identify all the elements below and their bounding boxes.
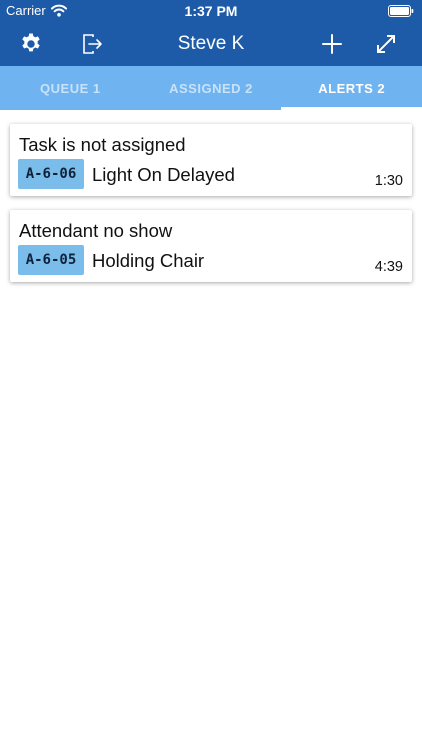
alert-title: Attendant no show — [19, 220, 173, 241]
expand-icon — [377, 35, 395, 53]
alert-time: 4:39 — [374, 259, 403, 275]
alert-title: Task is not assigned — [19, 134, 186, 155]
alert-description: Holding Chair — [92, 250, 205, 271]
alert-card[interactable]: Attendant no show A-6-05 Holding Chair 4… — [10, 210, 412, 282]
battery-icon — [388, 5, 414, 17]
expand-button[interactable] — [372, 30, 400, 58]
alert-card[interactable]: Task is not assigned A-6-06 Light On Del… — [10, 124, 412, 196]
add-button[interactable] — [318, 30, 346, 58]
location-tag: A-6-05 — [18, 245, 84, 275]
logout-button[interactable] — [78, 30, 106, 58]
alert-description: Light On Delayed — [92, 164, 235, 185]
alert-time: 1:30 — [374, 173, 403, 189]
status-bar: Carrier 1:37 PM — [0, 0, 422, 22]
nav-bar: Steve K — [0, 22, 422, 66]
gear-icon — [22, 33, 40, 52]
tab-alerts[interactable]: ALERTS 2 — [281, 66, 422, 110]
location-tag: A-6-06 — [18, 159, 84, 189]
tab-bar: QUEUE 1 ASSIGNED 2 ALERTS 2 — [0, 66, 422, 110]
tab-assigned[interactable]: ASSIGNED 2 — [141, 66, 282, 110]
status-time: 1:37 PM — [184, 3, 238, 19]
logout-icon — [83, 34, 102, 54]
settings-button[interactable] — [17, 30, 45, 58]
plus-icon — [322, 34, 342, 54]
tab-queue[interactable]: QUEUE 1 — [0, 66, 141, 110]
page-title: Steve K — [177, 33, 245, 54]
